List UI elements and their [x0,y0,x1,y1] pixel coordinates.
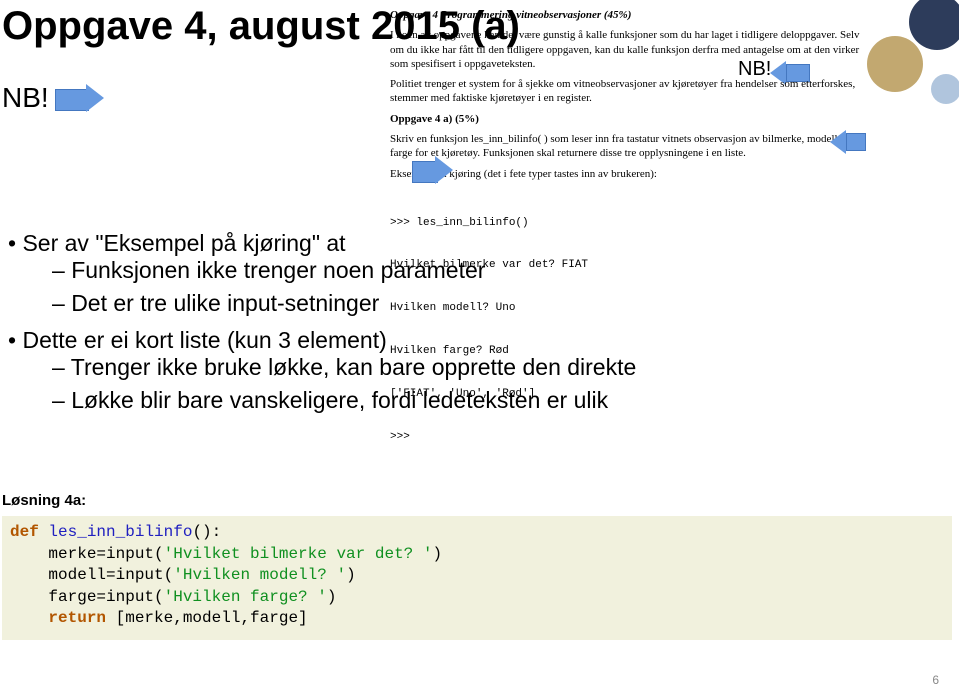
bullet-sub-text: Det er tre ulike input-setninger [52,290,898,317]
code-line: merke=input('Hvilket bilmerke var det? '… [10,544,944,566]
code-line: >>> les_inn_bilinfo() [390,216,870,230]
decor-circle [867,36,923,92]
problem-subheading: Oppgave 4 a) (5%) [390,112,870,126]
problem-intro-1: I noen av oppgavene kan det være gunstig… [390,28,870,71]
solution-code: def les_inn_bilinfo(): merke=input('Hvil… [2,516,952,640]
code-line: def les_inn_bilinfo(): [10,522,944,544]
decor-circle [931,74,959,104]
arrow-right-icon [55,84,105,112]
nb-left-label: NB! [2,82,49,114]
bullet-sub-text: Funksjonen ikke trenger noen parameter [52,257,898,284]
bullet-text: Ser av "Eksempel på kjøring" at [22,230,345,256]
code-line: >>> [390,430,870,444]
problem-intro-2: Politiet trenger et system for å sjekke … [390,77,870,106]
problem-heading: Oppgave 4 Programmering vitneobservasjon… [390,8,870,22]
problem-task-1: Skriv en funksjon les_inn_bilinfo( ) som… [390,132,870,161]
bullet-list: Ser av "Eksempel på kjøring" at Funksjon… [8,230,898,424]
code-line: modell=input('Hvilken modell? ') [10,565,944,587]
page-number: 6 [932,673,939,687]
bullet-text: Dette er ei kort liste (kun 3 element) [22,327,386,353]
decor-circle [909,0,959,50]
code-line: farge=input('Hvilken farge? ') [10,587,944,609]
bullet-sub-text: Løkke blir bare vanskeligere, fordi lede… [52,387,898,414]
solution-label: Løsning 4a: [2,492,86,509]
code-line: return [merke,modell,farge] [10,608,944,630]
bullet-sub-text: Trenger ikke bruke løkke, kan bare oppre… [52,354,898,381]
problem-task-2: Eksempel på kjøring (det i fete typer ta… [390,167,870,181]
